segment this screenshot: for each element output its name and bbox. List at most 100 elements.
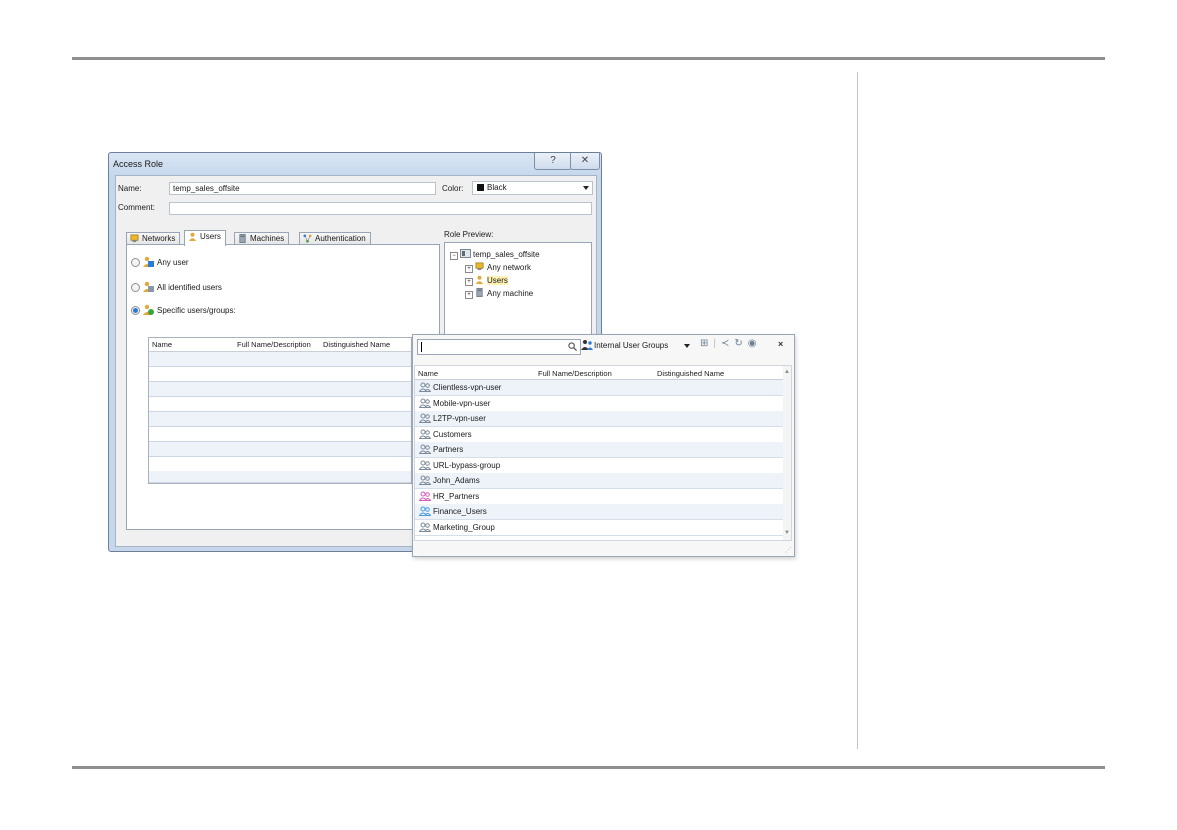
vertical-scrollbar[interactable]: ▲ ▼ <box>783 366 791 540</box>
name-field[interactable]: temp_sales_offsite <box>169 182 436 195</box>
radio-specific-users[interactable] <box>131 306 140 315</box>
list-item-label: L2TP-vpn-user <box>433 414 486 423</box>
collapse-icon[interactable]: − <box>450 252 458 260</box>
col-name[interactable]: Name <box>418 369 438 378</box>
expand-icon[interactable]: + <box>465 265 473 273</box>
list-item[interactable]: Mobile-vpn-user <box>415 396 783 412</box>
user-group-icon <box>419 413 431 423</box>
scroll-up-icon[interactable]: ▲ <box>784 369 790 375</box>
radio-any-user-label: Any user <box>157 258 189 267</box>
tab-users-label: Users <box>200 232 221 241</box>
list-item-label: Customers <box>433 429 472 439</box>
share-icon[interactable]: ≺ <box>721 338 729 349</box>
close-button[interactable]: ✕ <box>570 153 600 170</box>
tree-root[interactable]: − temp_sales_offsite <box>450 249 540 260</box>
list-item-label: HR_Partners <box>433 491 480 501</box>
user-group-icon <box>419 398 431 408</box>
users-groups-grid[interactable]: Name Full Name/Description Distinguished… <box>148 337 412 484</box>
machine-icon <box>239 234 246 243</box>
list-item[interactable]: Customers <box>415 427 783 443</box>
expand-icon[interactable]: + <box>465 278 473 286</box>
user-group-icon <box>419 491 431 501</box>
radio-any-user[interactable] <box>131 258 140 267</box>
group-type-select[interactable]: Internal User Groups <box>581 339 694 353</box>
tab-networks-label: Networks <box>142 234 176 243</box>
color-label: Color: <box>442 184 464 193</box>
help-button[interactable]: ? <box>534 153 572 170</box>
col-full-name[interactable]: Full Name/Description <box>237 340 311 349</box>
list-item[interactable]: URL-bypass-group <box>415 458 783 474</box>
specific-users-icon <box>143 304 154 315</box>
grid-row <box>149 397 411 412</box>
color-value: Black <box>487 183 507 192</box>
any-user-icon <box>143 256 154 267</box>
search-icon[interactable] <box>568 342 577 351</box>
tree-item-users[interactable]: + Users <box>465 275 508 286</box>
list-item-label: Marketing_Group <box>433 522 495 532</box>
list-item[interactable]: John_Adams <box>415 473 783 489</box>
bottom-rule <box>72 766 1105 769</box>
list-item-label: Clientless-vpn-user <box>433 383 502 392</box>
name-label: Name: <box>118 184 142 193</box>
identified-users-icon <box>143 281 154 292</box>
col-distinguished-name[interactable]: Distinguished Name <box>323 340 390 349</box>
grid-row <box>149 471 411 483</box>
scroll-down-icon[interactable]: ▼ <box>784 530 790 536</box>
group-type-value: Internal User Groups <box>594 341 669 350</box>
col-full-name[interactable]: Full Name/Description <box>538 369 612 378</box>
list-item-label: URL-bypass-group <box>433 460 501 470</box>
user-group-icon <box>419 506 431 516</box>
tree-item-users-label: Users <box>487 276 508 285</box>
tree-item-network[interactable]: + Any network <box>465 262 531 273</box>
resize-grip-icon[interactable]: ⋰ <box>785 546 792 554</box>
expand-icon[interactable]: + <box>465 291 473 299</box>
authentication-icon <box>303 234 312 243</box>
users-icon <box>475 275 484 284</box>
tab-users[interactable]: Users <box>184 230 226 246</box>
col-name[interactable]: Name <box>152 340 172 349</box>
tree-item-machine[interactable]: + Any machine <box>465 288 533 299</box>
machine-icon <box>476 288 483 297</box>
radio-all-identified-users-label: All identified users <box>157 283 222 292</box>
list-item[interactable]: L2TP-vpn-user <box>415 411 783 427</box>
col-distinguished-name[interactable]: Distinguished Name <box>657 369 724 378</box>
network-icon <box>475 262 484 271</box>
user-group-icon <box>419 522 431 532</box>
list-item[interactable]: Clientless-vpn-user <box>415 380 783 396</box>
list-item[interactable]: HR_Partners <box>415 489 783 505</box>
user-group-icon <box>419 460 431 470</box>
list-item[interactable]: Marketing_Group <box>415 520 783 536</box>
list-item[interactable]: Finance_Users <box>415 504 783 520</box>
filter-icon[interactable]: ◉ <box>748 338 757 349</box>
list-item[interactable]: Partners <box>415 442 783 458</box>
comment-label: Comment: <box>118 203 155 212</box>
user-group-icon <box>419 444 431 454</box>
chevron-down-icon <box>684 344 690 348</box>
role-preview-tree: − temp_sales_offsite + Any network + Users … <box>444 242 592 339</box>
list-item-label: Mobile-vpn-user <box>433 398 491 408</box>
radio-all-identified-users[interactable] <box>131 283 140 292</box>
dialog-title: Access Role <box>113 159 164 169</box>
tree-item-machine-label: Any machine <box>487 289 534 298</box>
picker-close-button[interactable]: × <box>778 339 783 349</box>
user-group-icon <box>419 382 431 392</box>
object-picker-popup: Internal User Groups ⊞ | ≺ ↻ ◉ × Name Full N… <box>412 334 795 557</box>
user-group-icon <box>419 475 431 485</box>
comment-field[interactable] <box>169 202 592 215</box>
grid-row <box>149 367 411 382</box>
refresh-icon[interactable]: ↻ <box>734 338 742 349</box>
toolbar-separator: | <box>713 338 716 349</box>
grid-row <box>149 427 411 442</box>
grid-row <box>149 352 411 367</box>
role-preview-label: Role Preview: <box>444 230 494 239</box>
color-select[interactable]: Black <box>472 181 593 195</box>
picker-toolbar: ⊞ | ≺ ↻ ◉ <box>700 338 762 349</box>
tab-machines-label: Machines <box>250 234 285 243</box>
text-caret <box>421 342 422 352</box>
new-object-icon[interactable]: ⊞ <box>700 338 708 349</box>
users-tab-panel: Any user All identified users Specific u… <box>126 244 440 530</box>
group-list[interactable]: Name Full Name/Description Distinguished… <box>414 365 792 541</box>
grid-row <box>149 442 411 457</box>
grid-row <box>149 412 411 427</box>
search-input[interactable] <box>417 339 581 355</box>
